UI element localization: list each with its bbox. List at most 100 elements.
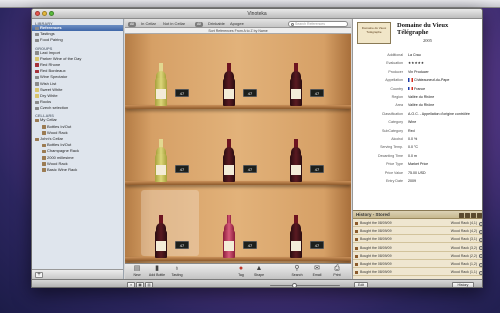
field-value[interactable]: 0.0 °C: [408, 145, 418, 151]
field-value[interactable]: Wine: [408, 120, 416, 126]
history-row[interactable]: Bought the 08/09/09 Wood Rack (2,2): [353, 253, 482, 260]
sidebar-item-label: My Cellar: [40, 117, 57, 123]
detail-field: SubCategory Red: [353, 129, 482, 135]
filter-icon[interactable]: [477, 212, 482, 218]
tag-button[interactable]: ● Tag: [231, 265, 251, 279]
history-row[interactable]: Bought the 08/09/09 Wood Rack (1,2): [353, 261, 482, 268]
history-row[interactable]: Bought the 08/09/09 Wood Rack (4,2): [353, 228, 482, 236]
view-rack-button[interactable]: ▥: [145, 282, 153, 287]
sidebar-item-library-2[interactable]: Food Pairing: [32, 37, 123, 43]
info-icon[interactable]: [479, 221, 482, 226]
field-value[interactable]: 2009: [408, 179, 416, 185]
list-view-icon[interactable]: [465, 212, 470, 218]
field-value[interactable]: La Crau: [408, 53, 421, 59]
field-value-text: ★★★★★: [408, 61, 425, 66]
history-row[interactable]: Bought the 08/09/09 Wood Rack (3,2): [353, 245, 482, 252]
wine-bottle[interactable]: [155, 214, 167, 258]
grid-view-icon[interactable]: [459, 212, 464, 218]
groups-list: Last Import Parker Wine of the Day Red Rho…: [32, 50, 123, 112]
history-title: History - Stored: [356, 212, 390, 217]
filter-all[interactable]: All: [128, 21, 136, 27]
wine-bottle[interactable]: [223, 62, 235, 106]
zoom-slider-knob[interactable]: [292, 282, 297, 287]
bottle-icon: [355, 222, 358, 225]
field-value[interactable]: Red: [408, 129, 415, 135]
bottle-view-icon[interactable]: [471, 212, 476, 218]
field-value[interactable]: France: [408, 87, 425, 93]
add-button[interactable]: +: [35, 272, 43, 278]
field-value[interactable]: 0.0 m: [408, 154, 417, 160]
history-location: Wood Rack (3,2): [450, 245, 477, 250]
field-value[interactable]: Vin Producer: [408, 70, 429, 76]
filter-drinkable[interactable]: Drinkable: [208, 21, 225, 26]
field-key: Classification: [381, 111, 403, 116]
field-value-text: 75.00 USD: [408, 170, 426, 175]
print-label: Print: [333, 273, 341, 277]
filter-apogee[interactable]: Apogee: [230, 21, 244, 26]
add-bottle-button[interactable]: ▮ Add Bottle: [147, 265, 167, 279]
shape-button[interactable]: ▲ Shape: [249, 265, 269, 279]
history-row[interactable]: Bought the 08/09/09 Wood Rack (4,1): [353, 220, 482, 227]
magnifier-icon: ⚲: [294, 265, 300, 272]
sidebar-item-label: Last Import: [40, 49, 61, 55]
info-icon[interactable]: [479, 229, 482, 234]
wine-bottle[interactable]: [223, 138, 235, 182]
edit-button[interactable]: Edit: [354, 282, 368, 287]
search-button[interactable]: ⚲ Search: [287, 265, 307, 279]
folder-icon: [35, 38, 39, 43]
field-value-text: 2009: [408, 179, 416, 183]
field-value[interactable]: Market Price: [408, 162, 428, 168]
info-icon[interactable]: [479, 254, 482, 259]
wine-bottle[interactable]: [290, 214, 302, 258]
history-location: Wood Rack (1,2): [450, 262, 477, 266]
wine-bottle[interactable]: [155, 62, 167, 106]
minimize-window-button[interactable]: [42, 11, 47, 16]
field-value-text: A.O.C. - Appellation d'origine contrôlée: [408, 111, 470, 116]
wine-bottle[interactable]: [290, 138, 302, 182]
print-button[interactable]: ⎙ Print: [327, 265, 347, 279]
zoom-slider[interactable]: [270, 282, 340, 287]
field-value[interactable]: A.O.C. - Appellation d'origine contrôlée: [408, 112, 470, 118]
wine-bottle[interactable]: [290, 62, 302, 106]
field-value[interactable]: Vallée du Rhône: [408, 95, 434, 101]
new-button[interactable]: ▤ New: [127, 265, 147, 279]
close-window-button[interactable]: [35, 11, 40, 16]
wine-bottle[interactable]: [155, 138, 167, 182]
field-value-text: Red: [408, 128, 415, 133]
sidebar-item-label: Food Pairing: [40, 37, 63, 43]
bottom-toolbar: ▤ New ▮ Add Bottle ♁ Tasting ● Tag ▲ Sha…: [125, 263, 351, 279]
filter-count[interactable]: All: [195, 21, 203, 27]
sidebar-item-cellar-8[interactable]: Basic Wine Rack: [32, 167, 123, 173]
history-text: Bought the 08/09/09: [360, 245, 392, 250]
folder-icon: [42, 125, 46, 129]
field-value[interactable]: 75.00 USD: [408, 171, 426, 177]
view-list-button[interactable]: ≡: [127, 282, 135, 287]
history-row[interactable]: Bought the 08/09/09 Wood Rack (3,1): [353, 236, 482, 244]
folder-icon: [35, 26, 39, 30]
new-label: New: [133, 273, 141, 277]
field-value-text: Wine: [408, 120, 417, 125]
filter-in-cellar[interactable]: In Cellar: [141, 21, 156, 26]
zoom-window-button[interactable]: [49, 11, 54, 16]
field-value[interactable]: Vallée du Rhône: [408, 103, 434, 109]
history-button[interactable]: History: [452, 282, 474, 287]
info-icon[interactable]: [479, 270, 482, 275]
email-button[interactable]: ✉ Email: [307, 265, 327, 279]
info-icon[interactable]: [479, 262, 482, 267]
field-value-text: 0.0 %: [408, 137, 418, 141]
wine-bottle[interactable]: [223, 214, 235, 258]
view-grid-button[interactable]: ▦: [136, 282, 144, 287]
wine-year: 2005: [423, 38, 432, 43]
folder-icon: [35, 106, 39, 111]
sidebar-item-group-9[interactable]: Czech selection: [32, 105, 123, 111]
history-row[interactable]: Bought the 08/09/09 Wood Rack (1,1): [353, 269, 482, 277]
info-icon[interactable]: [479, 237, 482, 242]
search-input[interactable]: Search References: [288, 20, 348, 27]
field-value[interactable]: ★★★★★: [408, 61, 424, 67]
filter-not-in-cellar[interactable]: Not in Cellar: [163, 21, 185, 26]
info-icon[interactable]: [479, 246, 482, 251]
field-value[interactable]: 0.0 %: [408, 137, 417, 143]
field-value[interactable]: Châteauneuf-du-Pape: [408, 78, 449, 84]
tasting-button[interactable]: ♁ Tasting: [167, 265, 187, 279]
new-icon: ▤: [133, 265, 141, 272]
